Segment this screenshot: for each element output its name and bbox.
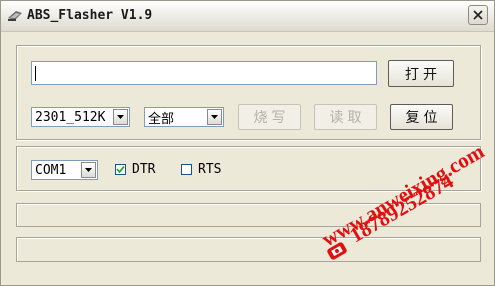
app-icon bbox=[8, 11, 22, 21]
region-select-value: 全部 bbox=[148, 111, 175, 127]
chevron-down-icon bbox=[85, 168, 92, 172]
reset-button[interactable]: 复位 bbox=[390, 104, 453, 130]
chip-select[interactable]: 2301_512K bbox=[31, 107, 130, 127]
app-window: ABS_Flasher V1.9 打开 2301_512K 全部 烧写 读取 复… bbox=[0, 0, 495, 286]
rts-label: RTS bbox=[198, 162, 222, 177]
checkmark-icon bbox=[116, 165, 125, 174]
port-select[interactable]: COM1 bbox=[31, 160, 98, 180]
rts-checkbox[interactable] bbox=[181, 164, 192, 175]
port-select-value: COM1 bbox=[35, 162, 67, 178]
status-bar-2 bbox=[16, 237, 481, 262]
chip-select-dropdown[interactable] bbox=[113, 109, 128, 125]
region-select[interactable]: 全部 bbox=[144, 107, 224, 127]
chevron-down-icon bbox=[117, 115, 124, 119]
read-button[interactable]: 读取 bbox=[314, 104, 377, 130]
burn-button[interactable]: 烧写 bbox=[238, 104, 301, 130]
text-caret bbox=[35, 66, 36, 81]
chip-select-value: 2301_512K bbox=[35, 109, 106, 125]
window-title: ABS_Flasher V1.9 bbox=[27, 8, 153, 23]
dtr-checkbox[interactable] bbox=[115, 164, 126, 175]
title-bar[interactable]: ABS_Flasher V1.9 bbox=[1, 1, 494, 32]
port-select-dropdown[interactable] bbox=[81, 162, 96, 178]
dtr-label: DTR bbox=[132, 162, 156, 177]
open-button[interactable]: 打开 bbox=[388, 60, 454, 87]
status-bar-1 bbox=[16, 203, 481, 227]
close-icon bbox=[473, 10, 483, 20]
chevron-down-icon bbox=[211, 115, 218, 119]
close-button[interactable] bbox=[468, 5, 488, 25]
file-path-input[interactable] bbox=[31, 61, 377, 85]
region-select-dropdown[interactable] bbox=[207, 109, 222, 125]
